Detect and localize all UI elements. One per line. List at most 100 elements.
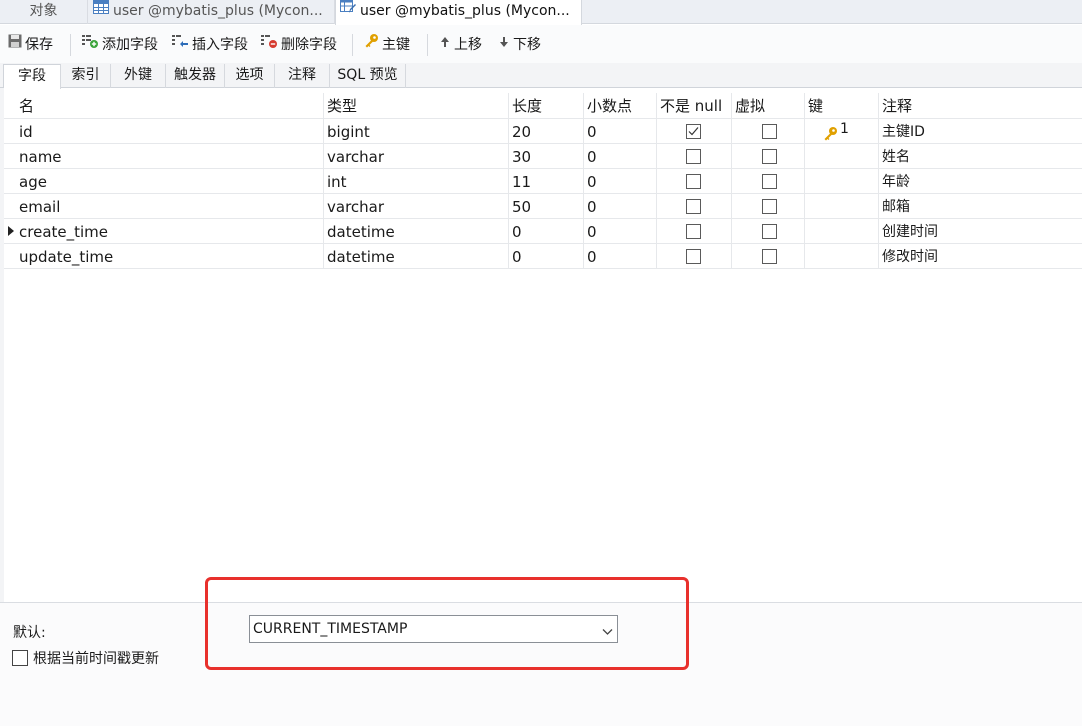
cell-name[interactable]: id [16, 119, 324, 144]
table-row[interactable]: create_time datetime 0 0 创建时间 [4, 219, 1082, 244]
toolbar-separator [70, 34, 71, 56]
column-header-virtual[interactable]: 虚拟 [732, 93, 805, 118]
delete-field-button[interactable]: 删除字段 [260, 34, 337, 55]
cell-comment[interactable]: 创建时间 [879, 219, 1082, 244]
virtual-checkbox[interactable] [762, 224, 777, 239]
key-icon [823, 123, 838, 144]
table-row[interactable]: name varchar 30 0 姓名 [4, 144, 1082, 169]
cell-key[interactable] [805, 169, 879, 194]
column-header-type[interactable]: 类型 [324, 93, 509, 118]
cell-decimal[interactable]: 0 [584, 219, 657, 244]
not-null-checkbox[interactable] [686, 174, 701, 189]
not-null-checkbox[interactable] [686, 249, 701, 264]
delete-field-label: 删除字段 [281, 37, 337, 53]
column-header-name[interactable]: 名 [16, 93, 324, 118]
tab-triggers[interactable]: 触发器 [166, 64, 225, 88]
cell-key[interactable] [805, 194, 879, 219]
default-value-text: CURRENT_TIMESTAMP [253, 621, 408, 637]
cell-length[interactable]: 50 [509, 194, 584, 219]
cell-length[interactable]: 20 [509, 119, 584, 144]
toolbar-separator [352, 34, 353, 56]
column-header-not-null[interactable]: 不是 null [657, 93, 732, 118]
grid-header-row: 名 类型 长度 小数点 不是 null 虚拟 键 注释 [4, 93, 1082, 119]
default-value-select[interactable]: CURRENT_TIMESTAMP [249, 615, 618, 643]
cell-type[interactable]: datetime [324, 244, 509, 269]
tab-user-table-design[interactable]: user @mybatis_plus (Mycon... [335, 0, 582, 25]
move-down-button[interactable]: 下移 [498, 35, 541, 55]
delete-field-icon [260, 34, 278, 54]
cell-virtual [732, 119, 805, 144]
column-header-key[interactable]: 键 [805, 93, 879, 118]
cell-length[interactable]: 0 [509, 244, 584, 269]
cell-comment[interactable]: 邮箱 [879, 194, 1082, 219]
tab-indexes[interactable]: 索引 [61, 64, 111, 88]
cell-type[interactable]: bigint [324, 119, 509, 144]
cell-type[interactable]: varchar [324, 144, 509, 169]
cell-comment[interactable]: 主键ID [879, 119, 1082, 144]
toolbar: 保存 添加字段 插入字段 删除字段 主键 上移 下移 [0, 25, 1082, 63]
tab-comments[interactable]: 注释 [275, 64, 330, 88]
not-null-checkbox-checked[interactable] [686, 124, 701, 139]
tab-fields[interactable]: 字段 [3, 64, 61, 89]
cell-type[interactable]: varchar [324, 194, 509, 219]
tab-options[interactable]: 选项 [225, 64, 275, 88]
tab-sql-preview[interactable]: SQL 预览 [330, 64, 406, 88]
cell-decimal[interactable]: 0 [584, 194, 657, 219]
update-on-timestamp-label: 根据当前时间戳更新 [33, 651, 159, 667]
tab-foreign-keys-label: 外键 [124, 67, 152, 83]
tab-objects[interactable]: 对象 [0, 0, 88, 24]
cell-key[interactable] [805, 244, 879, 269]
save-button[interactable]: 保存 [8, 34, 53, 55]
not-null-checkbox[interactable] [686, 199, 701, 214]
table-row[interactable]: id bigint 20 0 1 主键ID [4, 119, 1082, 144]
toolbar-separator [427, 34, 428, 56]
cell-length[interactable]: 30 [509, 144, 584, 169]
cell-comment[interactable]: 修改时间 [879, 244, 1082, 269]
virtual-checkbox[interactable] [762, 174, 777, 189]
cell-name[interactable]: age [16, 169, 324, 194]
cell-key[interactable] [805, 219, 879, 244]
table-row[interactable]: update_time datetime 0 0 修改时间 [4, 244, 1082, 269]
save-icon [8, 34, 22, 54]
virtual-checkbox[interactable] [762, 149, 777, 164]
key-order: 1 [840, 121, 849, 137]
not-null-checkbox[interactable] [686, 149, 701, 164]
cell-comment[interactable]: 姓名 [879, 144, 1082, 169]
primary-key-label: 主键 [382, 37, 410, 53]
cell-comment[interactable]: 年龄 [879, 169, 1082, 194]
cell-length[interactable]: 0 [509, 219, 584, 244]
cell-key[interactable]: 1 [805, 119, 879, 144]
virtual-checkbox[interactable] [762, 249, 777, 264]
add-field-label: 添加字段 [102, 37, 158, 53]
table-row[interactable]: age int 11 0 年龄 [4, 169, 1082, 194]
cell-decimal[interactable]: 0 [584, 144, 657, 169]
add-field-icon [81, 34, 99, 54]
cell-type[interactable]: int [324, 169, 509, 194]
tab-foreign-keys[interactable]: 外键 [111, 64, 166, 88]
column-header-length[interactable]: 长度 [509, 93, 584, 118]
insert-field-button[interactable]: 插入字段 [171, 34, 248, 55]
virtual-checkbox[interactable] [762, 199, 777, 214]
column-header-decimal[interactable]: 小数点 [584, 93, 657, 118]
chevron-down-icon[interactable] [602, 624, 613, 640]
update-on-timestamp-checkbox[interactable] [12, 650, 28, 666]
move-up-button[interactable]: 上移 [439, 35, 482, 55]
cell-name[interactable]: name [16, 144, 324, 169]
cell-name[interactable]: create_time [16, 219, 324, 244]
primary-key-button[interactable]: 主键 [364, 34, 410, 55]
tab-user-table-data[interactable]: user @mybatis_plus (Mycon... [89, 0, 335, 24]
not-null-checkbox[interactable] [686, 224, 701, 239]
virtual-checkbox[interactable] [762, 124, 777, 139]
cell-name[interactable]: update_time [16, 244, 324, 269]
table-row[interactable]: email varchar 50 0 邮箱 [4, 194, 1082, 219]
cell-type[interactable]: datetime [324, 219, 509, 244]
cell-name[interactable]: email [16, 194, 324, 219]
add-field-button[interactable]: 添加字段 [81, 34, 158, 55]
cell-key[interactable] [805, 144, 879, 169]
cell-decimal[interactable]: 0 [584, 169, 657, 194]
cell-length[interactable]: 11 [509, 169, 584, 194]
cell-decimal[interactable]: 0 [584, 119, 657, 144]
cell-decimal[interactable]: 0 [584, 244, 657, 269]
table-icon [93, 0, 109, 21]
column-header-comment[interactable]: 注释 [879, 93, 1082, 118]
